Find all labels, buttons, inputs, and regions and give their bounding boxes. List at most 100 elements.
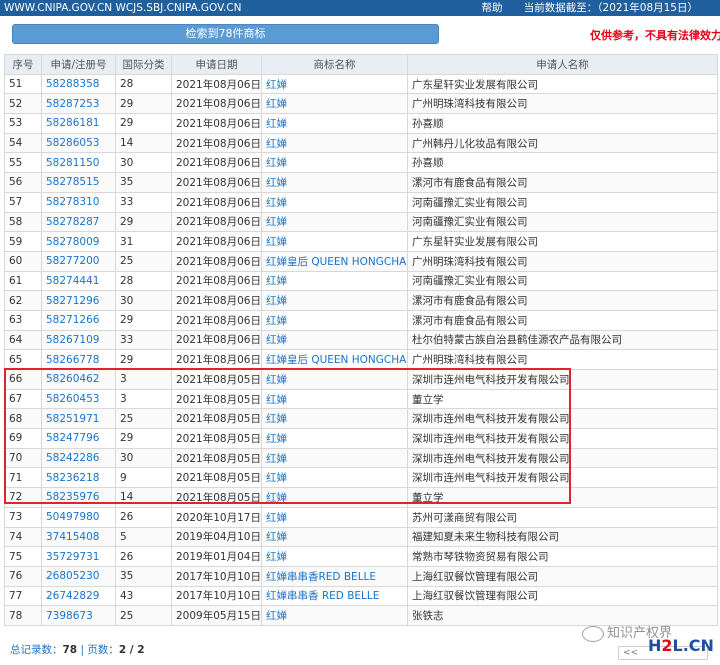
row-date: 2021年08月06日 [171, 93, 262, 115]
row-mark-name-link[interactable]: 红婵 [266, 374, 287, 386]
row-reg-number-link[interactable]: 58260453 [46, 393, 99, 405]
row-mark-name-link[interactable]: 红婵 [266, 315, 287, 327]
row-mark-name-link[interactable]: 红婵 [266, 177, 287, 189]
row-mark-name-link[interactable]: 红婵 [266, 197, 287, 209]
row-reg-number-link[interactable]: 26742829 [46, 590, 99, 602]
row-mark-name-link[interactable]: 红婵 [266, 492, 287, 504]
row-mark-name: 红婵 [261, 113, 408, 134]
row-class: 31 [115, 231, 172, 252]
row-no: 75 [4, 546, 42, 567]
row-applicant: 广东星轩实业发展有限公司 [407, 231, 718, 252]
row-reg-number-link[interactable]: 58247796 [46, 432, 99, 444]
table-row: 72 58235976 14 2021年08月05日 红婵 董立学 [4, 487, 718, 508]
row-reg-number-link[interactable]: 7398673 [46, 610, 93, 622]
row-reg-number-link[interactable]: 58287253 [46, 98, 99, 110]
row-mark-name: 红婵 [261, 172, 408, 193]
row-mark-name-link[interactable]: 红婵 [266, 157, 287, 169]
row-no: 54 [4, 132, 42, 154]
page-value: 2 / 2 [118, 644, 145, 656]
row-mark-name-link[interactable]: 红婵 [266, 79, 287, 91]
table-row: 60 58277200 25 2021年08月06日 红婵皇后 QUEEN HONGCH… [4, 250, 718, 272]
row-reg-number-link[interactable]: 26805230 [46, 570, 99, 582]
help-link[interactable]: 帮助 [481, 2, 502, 14]
row-class: 29 [115, 349, 172, 370]
row-reg-number-link[interactable]: 37415408 [46, 531, 99, 543]
disclaimer: 仅供参考，不具有法律效力 [590, 29, 720, 42]
row-mark-name-link[interactable]: 红婵串串香RED BELLE [266, 571, 376, 583]
row-mark-name-link[interactable]: 红婵 [266, 295, 287, 307]
row-mark-name-link[interactable]: 红婵 [266, 216, 287, 228]
top-bar-right: 帮助 当前数据截至：（2021年08月15日） [463, 0, 698, 16]
row-mark-name-link[interactable]: 红婵 [266, 98, 287, 110]
site-urls: WWW.CNIPA.GOV.CN WCJS.SBJ.CNIPA.GOV.CN [4, 2, 242, 14]
first-page-button[interactable]: << [623, 648, 638, 658]
footer-separator: | [77, 644, 88, 656]
table-row: 75 35729731 26 2019年01月04日 红婵 常熟市琴铁物资贸易有限公司 [4, 546, 718, 567]
pagination-summary: 总记录数：78 | 页数：2 / 2 [10, 642, 145, 657]
row-mark-name-link[interactable]: 红婵 [266, 236, 287, 248]
row-reg-number-link[interactable]: 58286053 [46, 137, 99, 149]
row-mark-name-link[interactable]: 红婵 [266, 531, 287, 543]
row-reg-number-link[interactable]: 50497980 [46, 511, 99, 523]
row-mark-name-link[interactable]: 红婵 [266, 551, 287, 563]
table-row: 70 58242286 30 2021年08月05日 红婵 深圳市连州电气科技开发有限公司 [4, 447, 718, 469]
row-mark-name-link[interactable]: 红婵 [266, 334, 287, 346]
row-date: 2021年08月06日 [171, 309, 262, 331]
row-mark-name-link[interactable]: 红婵 [266, 394, 287, 406]
row-mark-name-link[interactable]: 红婵串串香 RED BELLE [266, 590, 379, 602]
result-count-button[interactable]: 检索到78件商标 [12, 24, 439, 44]
row-reg-number-link[interactable]: 58278515 [46, 176, 99, 188]
row-mark-name-link[interactable]: 红婵 [266, 610, 287, 622]
row-reg-number: 58260462 [41, 369, 116, 390]
row-applicant: 杜尔伯特蒙古族自治县鹤佳源农产品有限公司 [407, 329, 718, 351]
top-bar: WWW.CNIPA.GOV.CN WCJS.SBJ.CNIPA.GOV.CN 帮… [0, 0, 720, 16]
row-reg-number-link[interactable]: 58277200 [46, 255, 99, 267]
row-reg-number-link[interactable]: 58278287 [46, 216, 99, 228]
row-applicant: 广州韩丹儿化妆品有限公司 [407, 132, 718, 154]
row-reg-number-link[interactable]: 58271296 [46, 295, 99, 307]
row-reg-number-link[interactable]: 58260462 [46, 373, 99, 385]
row-reg-number-link[interactable]: 58288358 [46, 78, 99, 90]
row-applicant: 广州明珠湾科技有限公司 [407, 349, 718, 370]
row-mark-name-link[interactable]: 红婵 [266, 275, 287, 287]
row-mark-name-link[interactable]: 红婵 [266, 453, 287, 465]
row-reg-number: 58274441 [41, 270, 116, 292]
row-applicant: 漯河市有鹿食品有限公司 [407, 172, 718, 193]
row-applicant: 广东星轩实业发展有限公司 [407, 73, 718, 95]
row-mark-name-link[interactable]: 红婵 [266, 512, 287, 524]
row-date: 2021年08月06日 [171, 290, 262, 311]
row-class: 14 [115, 132, 172, 154]
row-reg-number-link[interactable]: 58266778 [46, 354, 99, 366]
row-reg-number-link[interactable]: 58278310 [46, 196, 99, 208]
row-reg-number-link[interactable]: 58271266 [46, 314, 99, 326]
row-mark-name-link[interactable]: 红婵 [266, 138, 287, 150]
row-class: 3 [115, 369, 172, 390]
row-reg-number-link[interactable]: 58267109 [46, 334, 99, 346]
row-reg-number-link[interactable]: 35729731 [46, 551, 99, 563]
row-reg-number-link[interactable]: 58236218 [46, 472, 99, 484]
row-class: 3 [115, 388, 172, 410]
row-reg-number-link[interactable]: 58251971 [46, 413, 99, 425]
row-mark-name-link[interactable]: 红婵 [266, 433, 287, 445]
row-date: 2021年08月05日 [171, 388, 262, 410]
row-reg-number-link[interactable]: 58286181 [46, 117, 99, 129]
row-reg-number-link[interactable]: 58274441 [46, 275, 99, 287]
row-mark-name: 红婵 [261, 329, 408, 351]
row-reg-number-link[interactable]: 58278009 [46, 236, 99, 248]
row-mark-name-link[interactable]: 红婵 [266, 472, 287, 484]
row-applicant: 孙喜顺 [407, 113, 718, 134]
row-mark-name-link[interactable]: 红婵 [266, 413, 287, 425]
row-applicant: 漯河市有鹿食品有限公司 [407, 290, 718, 311]
row-reg-number: 58278515 [41, 172, 116, 193]
row-mark-name-link[interactable]: 红婵 [266, 118, 287, 130]
row-mark-name-link[interactable]: 红婵皇后 QUEEN HONGCHAN [266, 256, 407, 268]
row-mark-name-link[interactable]: 红婵皇后 QUEEN HONGCHAN [266, 354, 407, 366]
row-no: 61 [4, 270, 42, 292]
row-reg-number-link[interactable]: 58235976 [46, 491, 99, 503]
row-reg-number-link[interactable]: 58281150 [46, 157, 99, 169]
row-applicant: 深圳市连州电气科技开发有限公司 [407, 369, 718, 390]
row-date: 2021年08月05日 [171, 408, 262, 430]
row-reg-number: 58286053 [41, 132, 116, 154]
row-applicant: 上海红驭餐饮管理有限公司 [407, 565, 718, 587]
row-reg-number-link[interactable]: 58242286 [46, 452, 99, 464]
